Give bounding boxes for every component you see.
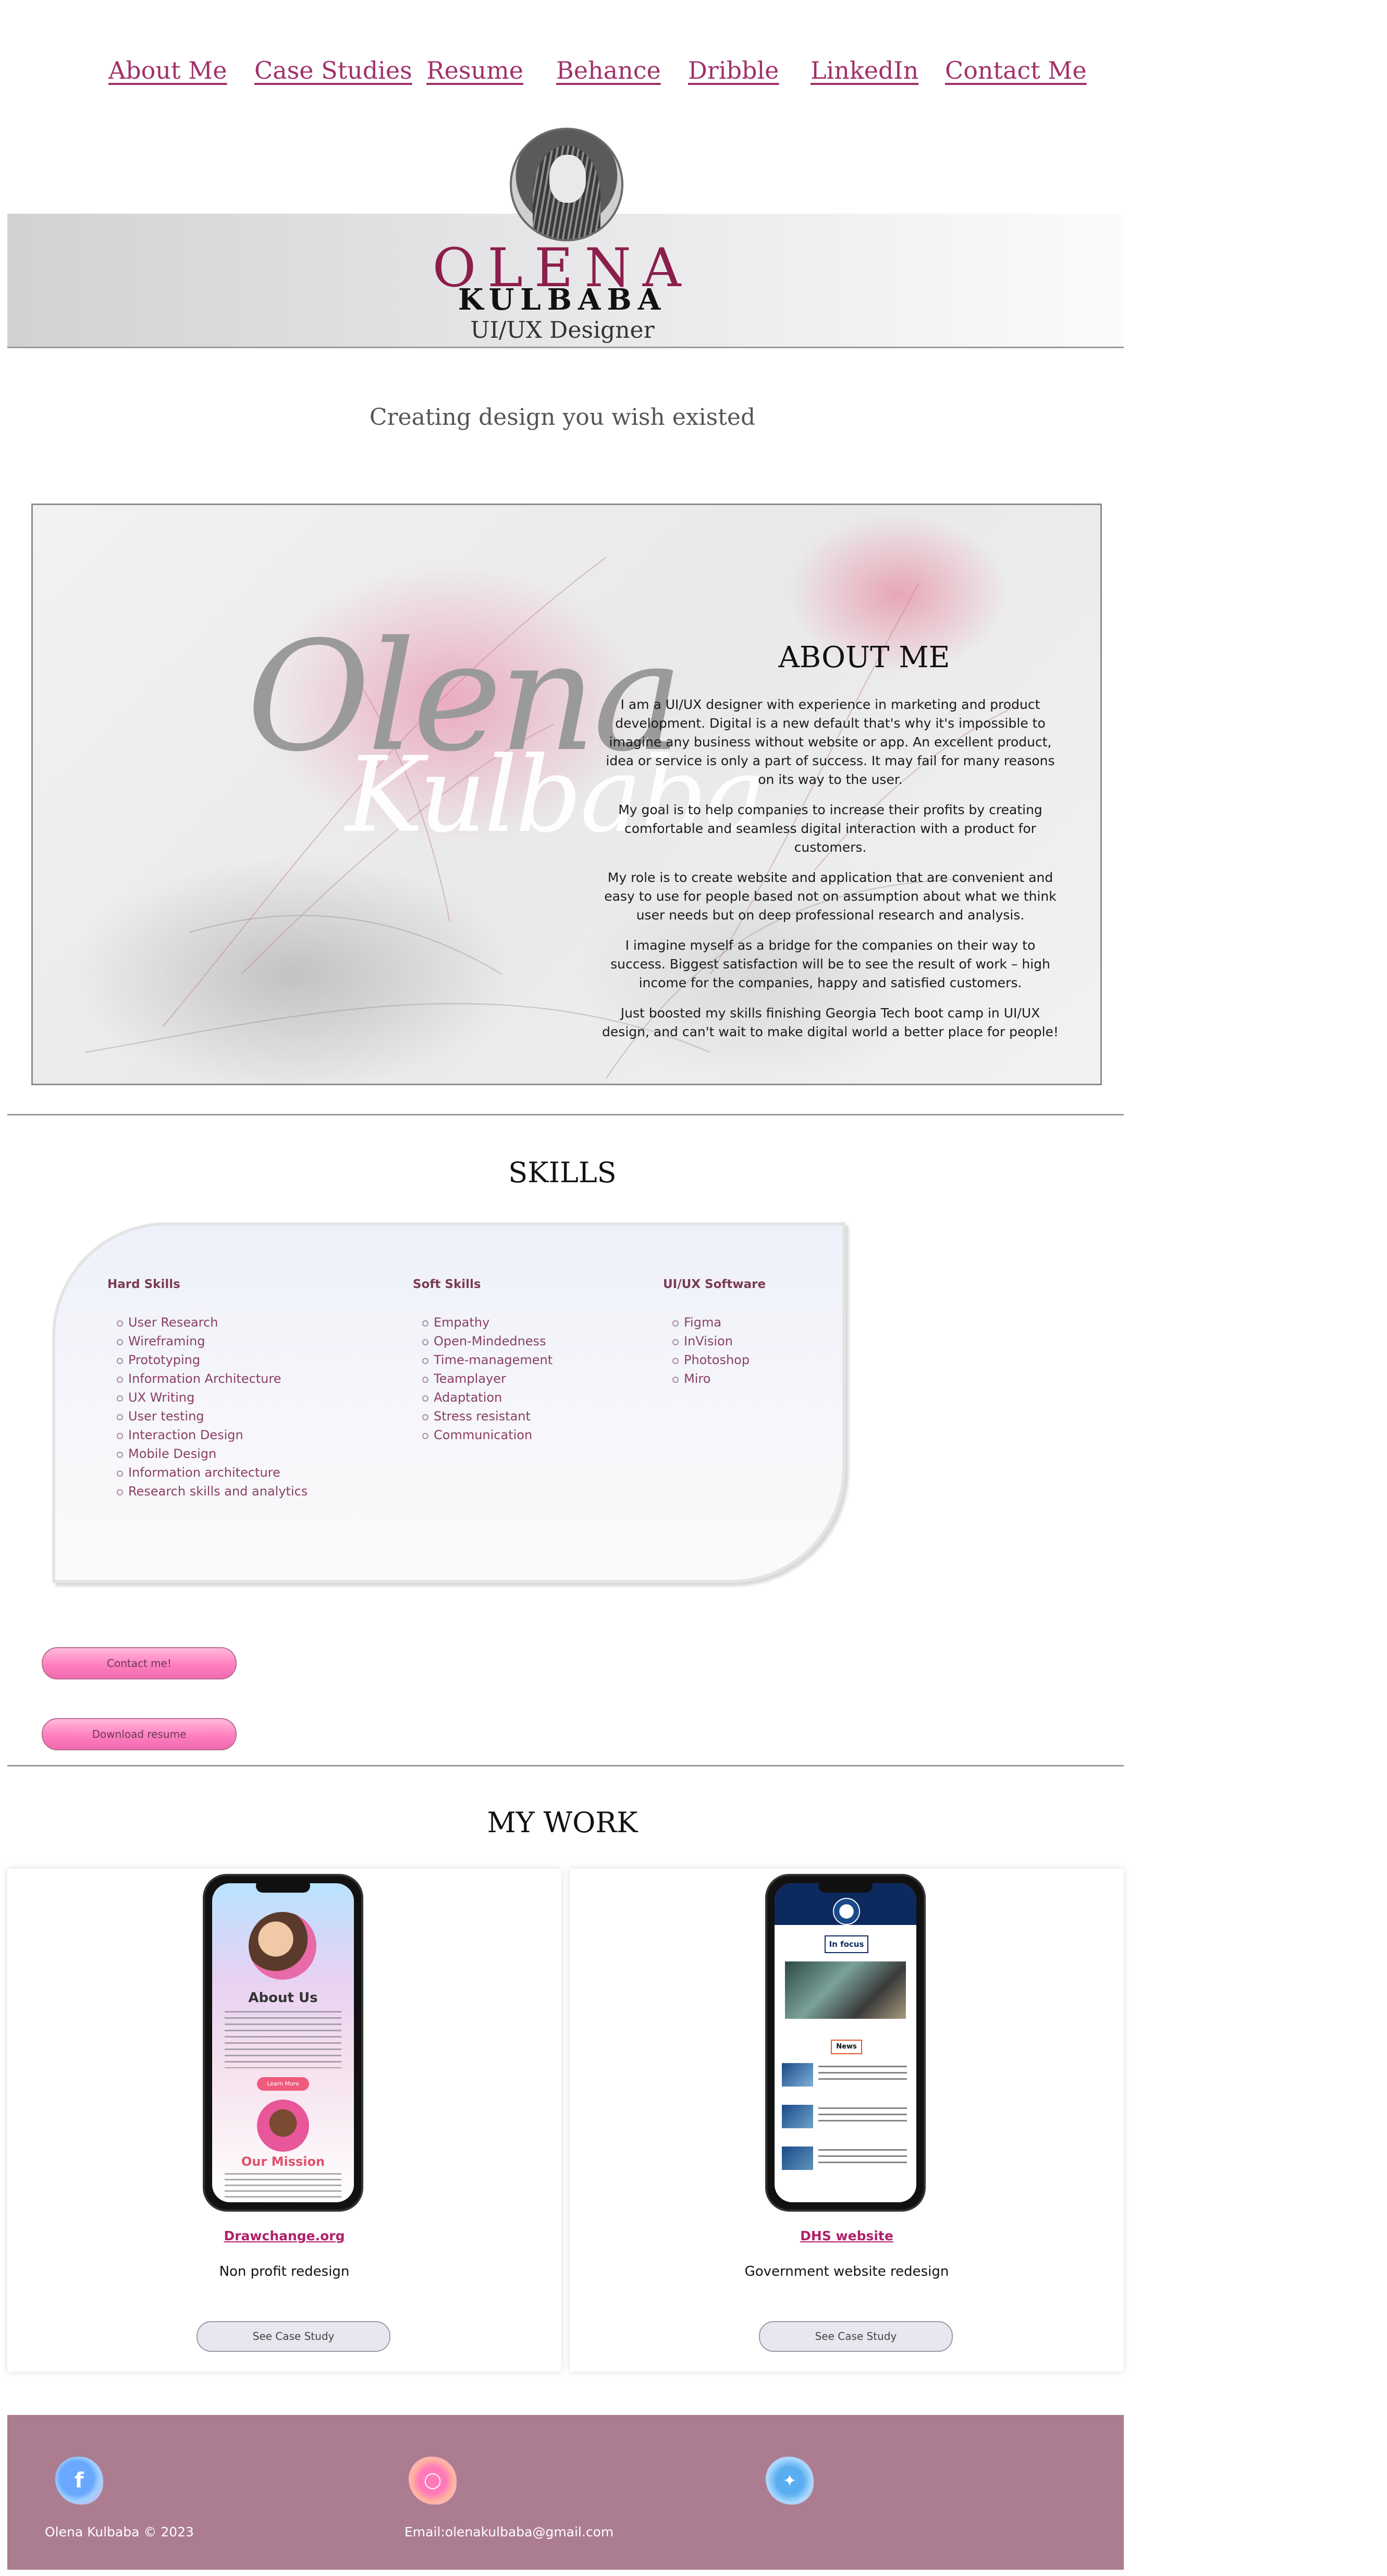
screen-heading: About Us	[248, 1990, 318, 2006]
software-list: Figma InVision Photoshop Miro	[663, 1313, 766, 1388]
drawchange-link[interactable]: Drawchange.org	[7, 2228, 561, 2243]
logo-last-name: KULBABA	[458, 283, 667, 317]
about-paragraph: My goal is to help companies to increase…	[618, 802, 1042, 855]
about-section: Olena Kulbaba ABOUT ME I am a UI/UX desi…	[31, 504, 1102, 1085]
list-item: Photoshop	[672, 1351, 766, 1369]
email-text[interactable]: Email:olenakulbaba@gmail.com	[404, 2524, 613, 2540]
about-paragraph: I imagine myself as a bridge for the com…	[610, 938, 1050, 990]
project-card-dhs: In focus News DHS website Government web…	[570, 1869, 1124, 2372]
hard-skills-list: User Research Wireframing Prototyping In…	[107, 1313, 308, 1501]
news-text-lines	[818, 2149, 907, 2167]
infocus-image	[785, 1961, 906, 2019]
twitter-icon[interactable]: ✦	[766, 2457, 814, 2505]
divider	[7, 1765, 1124, 1767]
hard-skills-column: Hard Skills User Research Wireframing Pr…	[107, 1278, 308, 1501]
phone-screen: About Us Learn More Our Mission	[212, 1883, 354, 2202]
see-case-study-button[interactable]: See Case Study	[197, 2321, 390, 2352]
soft-skills-list: Empathy Open-Mindedness Time-management …	[413, 1313, 553, 1444]
list-item: Time-management	[422, 1351, 553, 1369]
news-thumb	[782, 2063, 813, 2087]
list-item: Wireframing	[116, 1332, 308, 1351]
phone-mockup: About Us Learn More Our Mission	[203, 1874, 363, 2212]
my-work-title: MY WORK	[487, 1806, 638, 1839]
skills-title: SKILLS	[508, 1156, 617, 1189]
footer: f ◯ ✦ Olena Kulbaba © 2023 Email:olenaku…	[7, 2415, 1124, 2570]
tagline: Creating design you wish existed	[369, 404, 756, 431]
list-item: Figma	[672, 1313, 766, 1332]
list-item: Open-Mindedness	[422, 1332, 553, 1351]
list-item: User testing	[116, 1407, 308, 1426]
list-item: Miro	[672, 1369, 766, 1388]
list-item: Teamplayer	[422, 1369, 553, 1388]
list-item: Information Architecture	[116, 1369, 308, 1388]
list-item: Research skills and analytics	[116, 1482, 308, 1501]
mission-photo	[257, 2100, 309, 2152]
dhs-seal-icon	[833, 1898, 860, 1925]
child-photo	[249, 1912, 316, 1980]
software-heading: UI/UX Software	[663, 1278, 766, 1291]
skills-card: Hard Skills User Research Wireframing Pr…	[52, 1222, 845, 1583]
list-item: Empathy	[422, 1313, 553, 1332]
list-item: User Research	[116, 1313, 308, 1332]
list-item: Information architecture	[116, 1463, 308, 1482]
list-item: Stress resistant	[422, 1407, 553, 1426]
soft-skills-heading: Soft Skills	[413, 1278, 481, 1291]
screen-heading: In focus	[825, 1935, 868, 1953]
copyright-text: Olena Kulbaba © 2023	[45, 2524, 194, 2540]
soft-skills-column: Soft Skills Empathy Open-Mindedness Time…	[413, 1278, 553, 1444]
screen-learn-more: Learn More	[257, 2077, 309, 2091]
list-item: Communication	[422, 1426, 553, 1444]
phone-notch	[818, 1879, 873, 1893]
about-paragraph: I am a UI/UX designer with experience in…	[606, 697, 1055, 787]
avatar	[510, 128, 623, 241]
list-item: Interaction Design	[116, 1426, 308, 1444]
about-paragraph: My role is to create website and applica…	[604, 870, 1057, 923]
nav-linkedin-link[interactable]: LinkedIn	[811, 56, 918, 84]
facebook-icon[interactable]: f	[55, 2457, 103, 2505]
news-thumb	[782, 2146, 813, 2170]
role-title: UI/UX Designer	[470, 317, 655, 344]
screen-text-lines	[225, 2011, 341, 2068]
nav-dribble-link[interactable]: Dribble	[688, 56, 779, 84]
phone-screen: In focus News	[775, 1883, 916, 2202]
screen-subheading: News	[831, 2040, 862, 2054]
screen-text-lines	[225, 2173, 341, 2199]
project-card-drawchange: About Us Learn More Our Mission Drawchan…	[7, 1869, 561, 2372]
dhs-website-link[interactable]: DHS website	[570, 2228, 1124, 2243]
software-column: UI/UX Software Figma InVision Photoshop …	[663, 1278, 766, 1388]
nav-about-me-link[interactable]: About Me	[108, 56, 227, 84]
hard-skills-heading: Hard Skills	[107, 1278, 180, 1291]
list-item: UX Writing	[116, 1388, 308, 1407]
news-text-lines	[818, 2066, 907, 2083]
divider	[7, 1114, 1124, 1115]
about-text: I am a UI/UX designer with experience in…	[596, 695, 1065, 1053]
nav-resume-link[interactable]: Resume	[426, 56, 523, 84]
phone-mockup: In focus News	[765, 1874, 926, 2212]
list-item: Adaptation	[422, 1388, 553, 1407]
instagram-icon[interactable]: ◯	[409, 2457, 457, 2505]
nav-behance-link[interactable]: Behance	[556, 56, 661, 84]
about-paragraph: Just boosted my skills finishing Georgia…	[602, 1005, 1059, 1039]
see-case-study-button[interactable]: See Case Study	[759, 2321, 953, 2352]
phone-notch	[256, 1879, 310, 1893]
project-description: Non profit redesign	[219, 2264, 350, 2279]
nav-contact-me-link[interactable]: Contact Me	[945, 56, 1087, 84]
project-description: Government website redesign	[744, 2264, 949, 2279]
avatar-face	[549, 155, 586, 203]
list-item: Prototyping	[116, 1351, 308, 1369]
list-item: InVision	[672, 1332, 766, 1351]
contact-me-button[interactable]: Contact me!	[42, 1647, 237, 1679]
list-item: Mobile Design	[116, 1444, 308, 1463]
news-thumb	[782, 2105, 813, 2128]
screen-subheading: Our Mission	[241, 2154, 325, 2169]
nav-case-studies-link[interactable]: Case Studies	[254, 56, 412, 84]
about-title: ABOUT ME	[778, 641, 950, 674]
top-nav: About Me Case Studies Resume Behance Dri…	[0, 47, 1387, 94]
news-text-lines	[818, 2107, 907, 2125]
download-resume-button[interactable]: Download resume	[42, 1718, 237, 1750]
